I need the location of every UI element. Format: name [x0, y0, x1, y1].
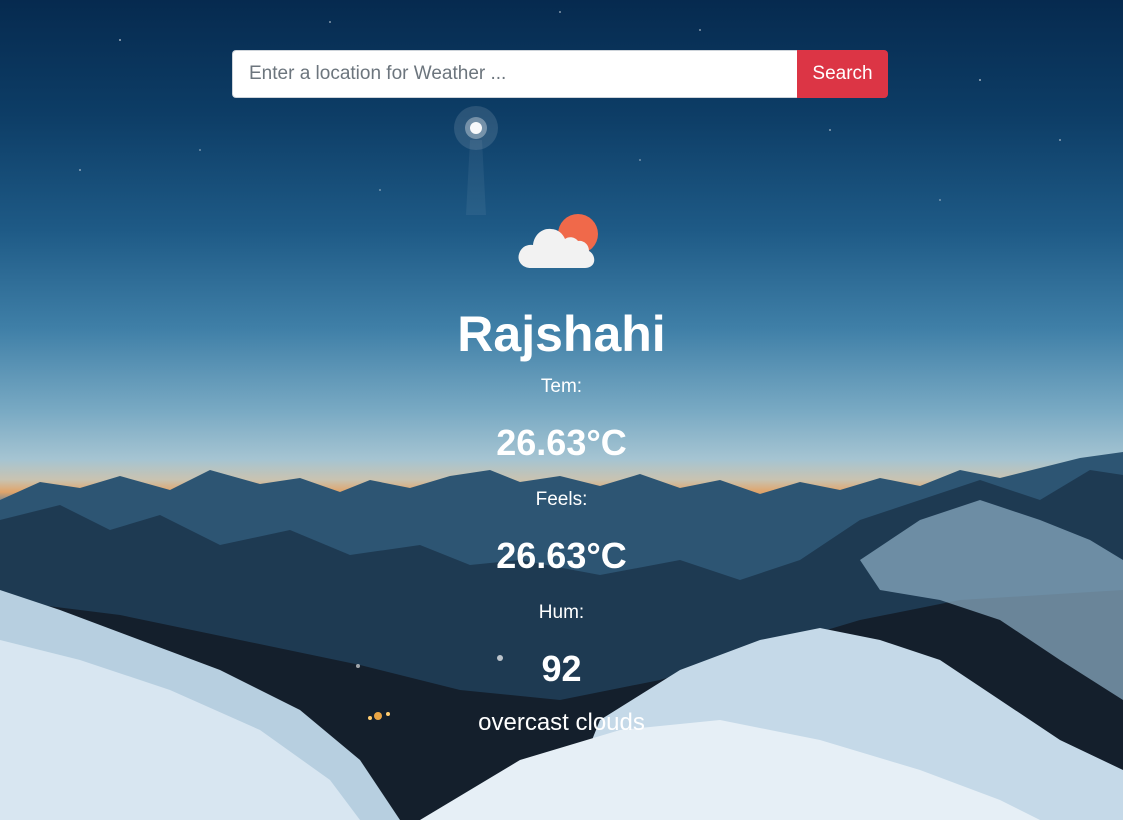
stars	[79, 11, 1061, 201]
city-name: Rajshahi	[457, 306, 666, 362]
feels-like-value: 26.63°C	[496, 535, 627, 576]
temperature-label: Tem:	[540, 376, 583, 397]
cloud-sun-icon	[518, 214, 598, 268]
weather-card: Rajshahi Tem: 26.63°C Feels: 26.63°C Hum…	[0, 205, 1123, 738]
location-search-input[interactable]	[232, 50, 797, 98]
search-button[interactable]: Search	[797, 50, 888, 98]
weather-description: overcast clouds	[478, 709, 645, 736]
weather-page: Search Rajshahi Tem: 26.63°C Feels: 26.6…	[0, 0, 1123, 820]
humidity-label: Hum:	[538, 602, 585, 623]
feels-like-label: Feels:	[535, 489, 588, 510]
search-bar: Search	[232, 50, 888, 98]
moon	[454, 106, 498, 215]
humidity-value: 92	[541, 648, 582, 689]
temperature-value: 26.63°C	[496, 422, 627, 463]
